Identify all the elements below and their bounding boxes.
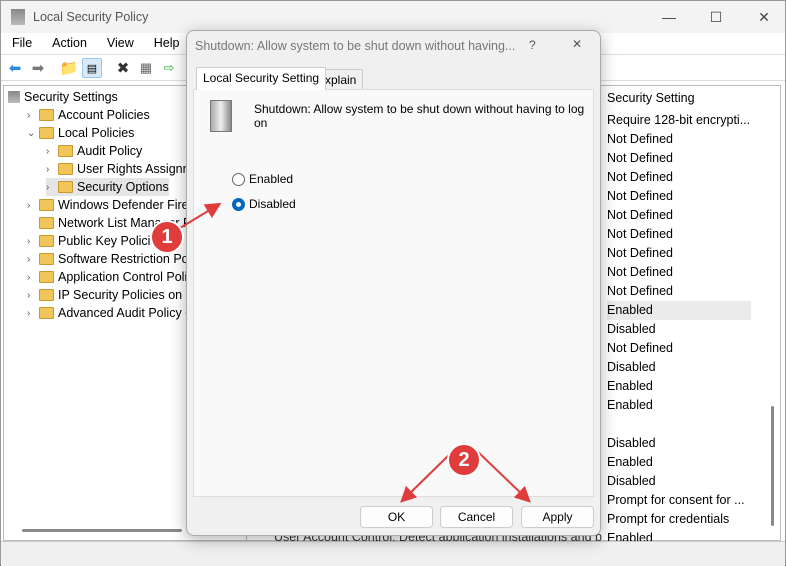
tab-local-security-setting[interactable]: Local Security Setting [196,67,327,90]
arrow-to-apply [477,451,531,503]
arrow-to-disabled [179,202,222,229]
annotation-badge-2: 2 [447,443,481,477]
arrow-to-ok [400,451,453,503]
annotation-arrows [179,202,531,503]
annotation-badge-1: 1 [150,220,184,254]
